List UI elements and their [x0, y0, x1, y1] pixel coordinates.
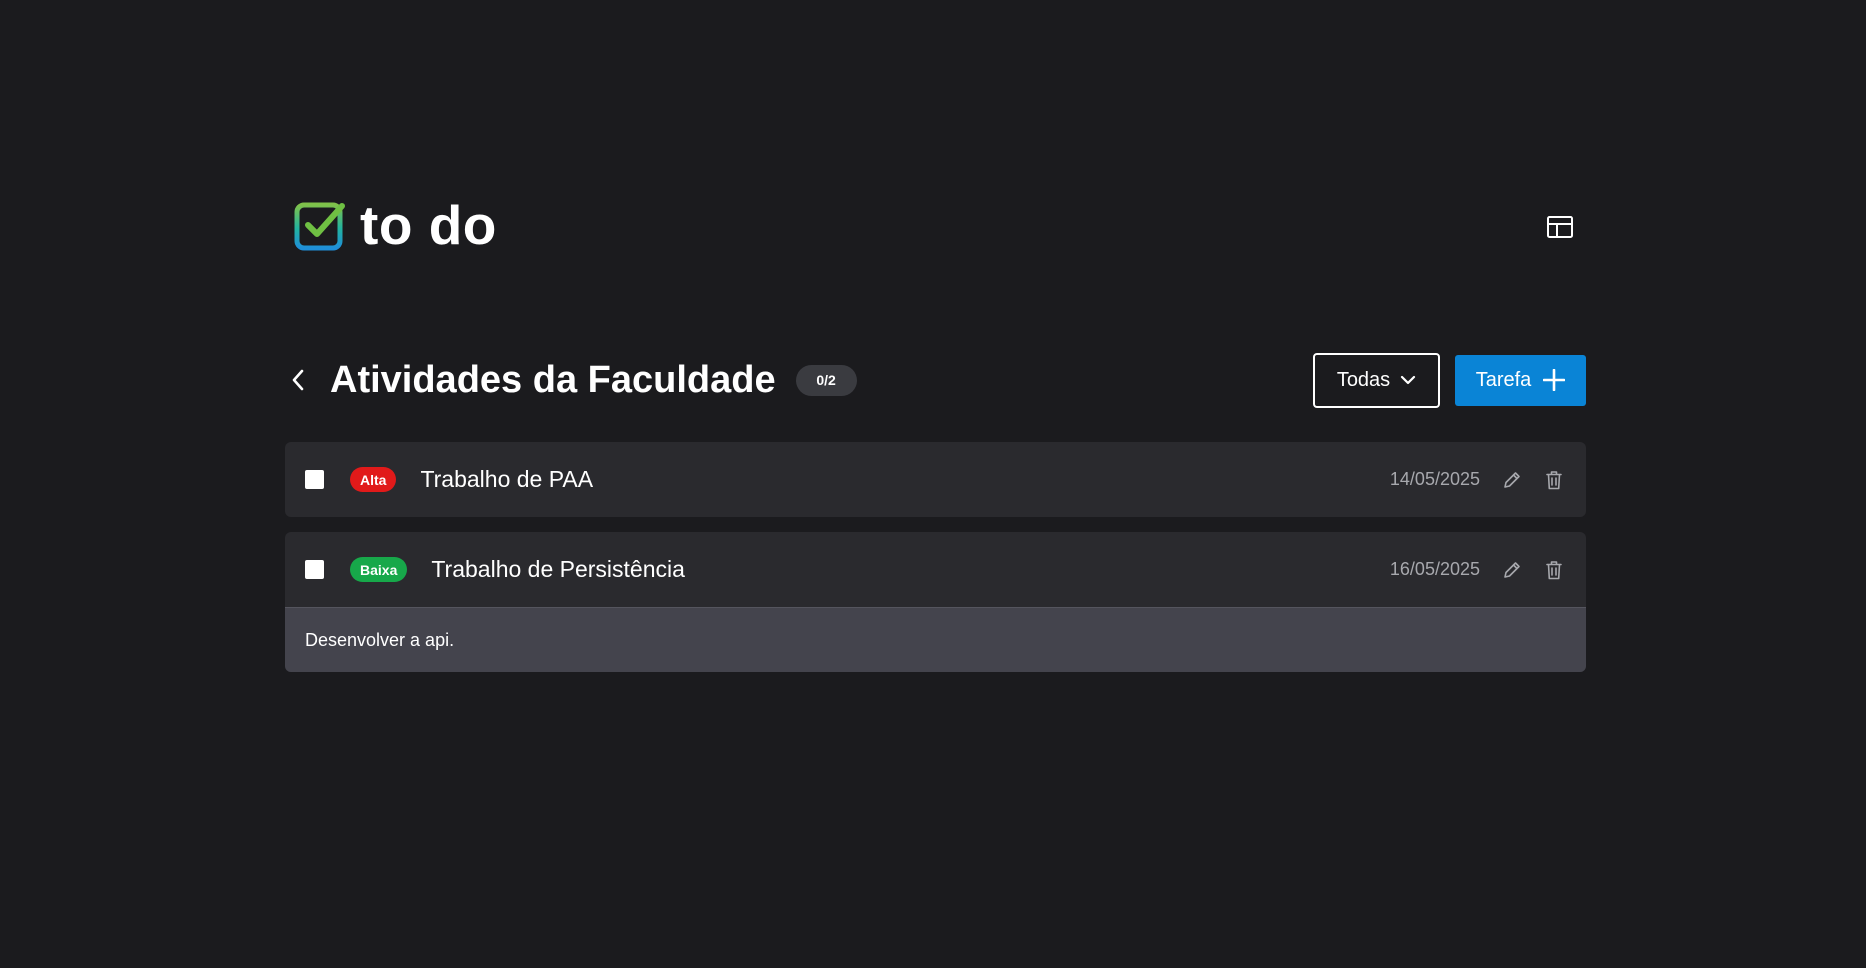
- layout-panel-icon: [1547, 216, 1573, 238]
- task-title: Trabalho de PAA: [420, 466, 594, 492]
- app-page: to do Atividades da Faculdade 0/2 Todas …: [0, 0, 1866, 968]
- task-date: 16/05/2025: [1389, 559, 1480, 579]
- task-item: Alta Trabalho de PAA 14/05/2025: [285, 442, 1586, 517]
- filter-selected-label: Todas: [1336, 368, 1391, 391]
- app-name: to do: [360, 194, 497, 256]
- add-task-label: Tarefa: [1475, 368, 1532, 391]
- edit-task-button[interactable]: [1500, 468, 1524, 492]
- task-date: 14/05/2025: [1389, 469, 1480, 489]
- trash-icon: [1546, 560, 1562, 579]
- layout-toggle-button[interactable]: [1545, 213, 1575, 241]
- filter-dropdown[interactable]: Todas: [1313, 352, 1440, 408]
- back-button[interactable]: [285, 367, 311, 393]
- delete-task-button[interactable]: [1542, 468, 1566, 492]
- task-title: Trabalho de Persistência: [431, 556, 685, 582]
- priority-badge: Baixa: [350, 557, 408, 582]
- pencil-icon: [1504, 561, 1520, 578]
- delete-task-button[interactable]: [1542, 558, 1566, 582]
- task-list: Alta Trabalho de PAA 14/05/2025 Baixa Tr…: [285, 442, 1586, 687]
- add-task-button[interactable]: Tarefa: [1455, 354, 1586, 406]
- plus-icon: [1543, 369, 1566, 391]
- priority-badge: Alta: [350, 467, 397, 492]
- task-count-badge: 0/2: [795, 364, 857, 396]
- trash-icon: [1546, 470, 1562, 489]
- task-row: Baixa Trabalho de Persistência 16/05/202…: [285, 532, 1586, 607]
- app-logo: to do: [294, 198, 497, 253]
- edit-task-button[interactable]: [1500, 558, 1524, 582]
- task-checkbox[interactable]: [305, 470, 324, 489]
- task-item: Baixa Trabalho de Persistência 16/05/202…: [285, 532, 1586, 672]
- page-title: Atividades da Faculdade: [330, 358, 776, 401]
- checkbox-check-icon: [294, 202, 345, 250]
- task-row: Alta Trabalho de PAA 14/05/2025: [285, 442, 1586, 517]
- chevron-down-icon: [1401, 375, 1416, 385]
- chevron-left-icon: [292, 369, 304, 391]
- pencil-icon: [1504, 471, 1520, 488]
- list-header: Atividades da Faculdade 0/2 Todas Tarefa: [285, 352, 1586, 408]
- task-description: Desenvolver a api.: [285, 607, 1586, 672]
- task-checkbox[interactable]: [305, 560, 324, 579]
